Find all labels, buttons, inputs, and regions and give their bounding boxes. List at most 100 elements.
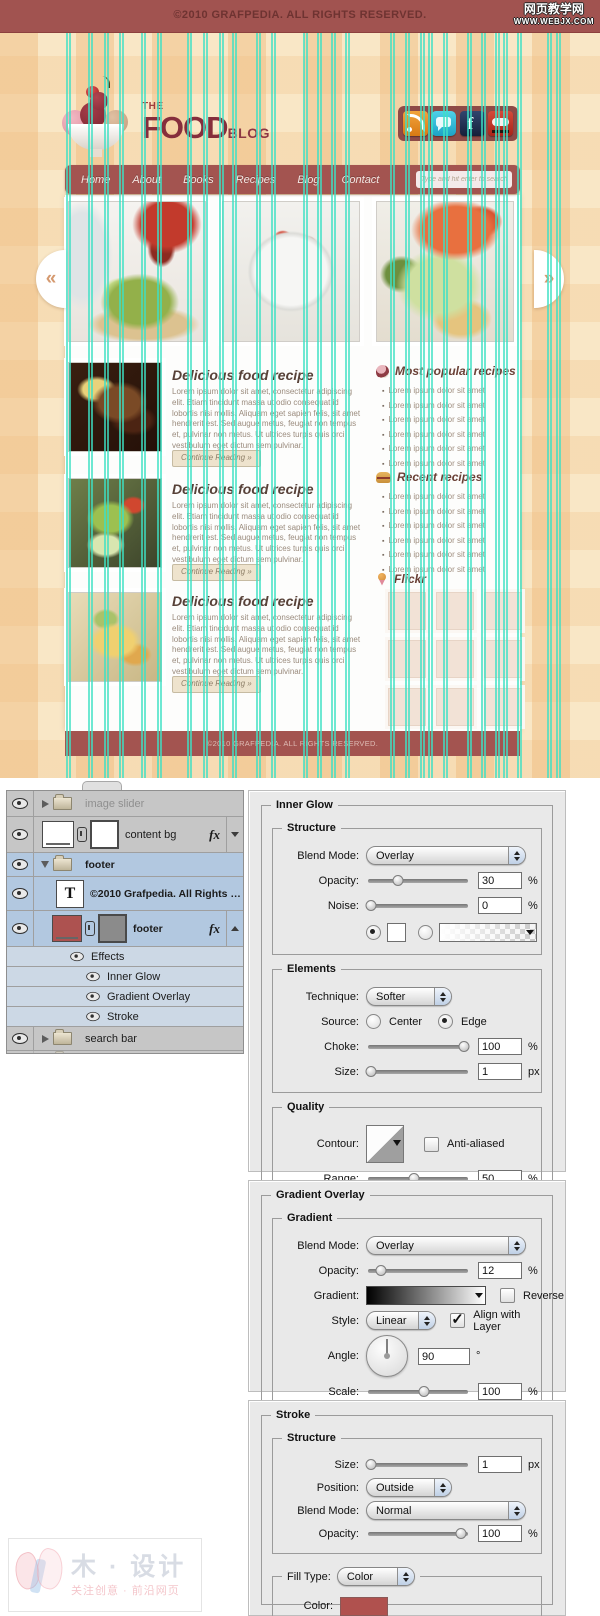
flickr-thumb[interactable] xyxy=(388,640,426,678)
size-slider[interactable] xyxy=(365,1458,468,1470)
choke-slider[interactable] xyxy=(368,1040,470,1052)
continue-reading-button[interactable]: Continue Reading » xyxy=(172,676,261,693)
flickr-thumb[interactable] xyxy=(436,592,474,630)
layer-label[interactable]: search bar xyxy=(85,1033,243,1045)
collapse-effects-button[interactable] xyxy=(226,911,243,946)
style-dropdown[interactable]: Linear xyxy=(366,1311,437,1330)
expand-arrow-icon[interactable] xyxy=(42,799,49,808)
scale-value[interactable]: 100 xyxy=(478,1383,522,1400)
flickr-thumb[interactable] xyxy=(388,592,426,630)
search-input[interactable] xyxy=(416,171,512,188)
visibility-eye-icon[interactable] xyxy=(86,971,100,982)
source-center-radio[interactable] xyxy=(366,1014,381,1029)
layer-label[interactable]: content bg xyxy=(125,829,203,841)
nav-item-recipes[interactable]: Recipes xyxy=(236,174,276,186)
opacity-value[interactable]: 100 xyxy=(478,1525,522,1542)
flickr-thumb[interactable] xyxy=(388,688,426,726)
list-item[interactable]: Lorem ipsum dolor sit amet xyxy=(382,442,517,457)
visibility-eye-icon[interactable] xyxy=(70,951,84,962)
expand-arrow-icon[interactable] xyxy=(41,861,49,868)
fx-badge[interactable]: fx xyxy=(209,921,220,937)
layer-row-footer-group[interactable]: footer xyxy=(7,853,243,877)
visibility-eye-icon[interactable] xyxy=(12,1033,28,1044)
fill-type-dropdown[interactable]: Color xyxy=(336,1567,415,1586)
flickr-thumb[interactable] xyxy=(484,688,522,726)
visibility-eye-icon[interactable] xyxy=(12,859,28,870)
layer-thumbnail[interactable] xyxy=(52,915,82,942)
effect-label[interactable]: Stroke xyxy=(107,1011,243,1023)
list-item[interactable]: Lorem ipsum dolor sit amet xyxy=(382,548,517,563)
layer-row-navigation[interactable]: navigation xyxy=(7,1051,243,1053)
stroke-color-swatch[interactable] xyxy=(340,1596,388,1616)
noise-slider[interactable] xyxy=(365,899,468,911)
gradient-editor-bar[interactable] xyxy=(366,1286,486,1305)
contour-picker[interactable] xyxy=(366,1125,404,1163)
list-item[interactable]: Lorem ipsum dolor sit amet xyxy=(382,399,517,414)
opacity-slider[interactable] xyxy=(368,874,468,886)
flickr-thumb[interactable] xyxy=(436,688,474,726)
nav-item-contact[interactable]: Contact xyxy=(341,174,379,186)
layer-row-effect-inner-glow[interactable]: Inner Glow xyxy=(7,967,243,987)
twitter-icon[interactable] xyxy=(431,111,457,136)
layer-row-copyright-text[interactable]: T ©2010 Grafpedia. All Rights R... xyxy=(7,877,243,911)
nav-item-blog[interactable]: Blog xyxy=(297,174,319,186)
opacity-slider[interactable] xyxy=(368,1527,468,1539)
position-dropdown[interactable]: Outside xyxy=(366,1478,452,1497)
anti-aliased-checkbox[interactable] xyxy=(424,1136,439,1152)
nav-item-about[interactable]: About xyxy=(132,174,161,186)
visibility-eye-icon[interactable] xyxy=(12,829,28,840)
size-value[interactable]: 1 xyxy=(478,1063,522,1080)
layer-row-search-bar[interactable]: search bar xyxy=(7,1027,243,1051)
layer-row-content-bg[interactable]: content bg fx xyxy=(7,817,243,853)
opacity-value[interactable]: 12 xyxy=(478,1262,522,1279)
glow-gradient-swatch[interactable] xyxy=(439,922,537,942)
post-thumbnail[interactable] xyxy=(68,478,162,568)
list-item[interactable]: Lorem ipsum dolor sit amet xyxy=(382,505,517,520)
blend-mode-dropdown[interactable]: Overlay xyxy=(366,1236,526,1255)
continue-reading-button[interactable]: Continue Reading » xyxy=(172,450,261,467)
post-title[interactable]: Delicious food recipe xyxy=(172,593,372,609)
visibility-eye-icon[interactable] xyxy=(12,888,28,899)
noise-value[interactable]: 0 xyxy=(478,897,522,914)
list-item[interactable]: Lorem ipsum dolor sit amet xyxy=(382,457,517,472)
slider-prev-button[interactable]: « xyxy=(36,250,66,308)
size-slider[interactable] xyxy=(365,1065,468,1077)
expand-arrow-icon[interactable] xyxy=(42,1034,49,1043)
slider-next-button[interactable]: » xyxy=(534,250,564,308)
gradient-radio[interactable] xyxy=(418,924,433,940)
fx-badge[interactable]: fx xyxy=(209,827,220,843)
list-item[interactable]: Lorem ipsum dolor sit amet xyxy=(382,428,517,443)
layer-label[interactable]: image slider xyxy=(85,798,243,810)
reverse-checkbox[interactable] xyxy=(500,1288,515,1303)
visibility-eye-icon[interactable] xyxy=(12,798,28,809)
list-item[interactable]: Lorem ipsum dolor sit amet xyxy=(382,413,517,428)
layer-row-effects[interactable]: Effects xyxy=(7,947,243,967)
glow-color-swatch[interactable] xyxy=(387,922,406,942)
layer-row-image-slider[interactable]: image slider xyxy=(7,791,243,817)
layer-mask-thumbnail[interactable] xyxy=(98,914,127,943)
facebook-icon[interactable] xyxy=(459,111,485,136)
post-thumbnail[interactable] xyxy=(68,362,162,452)
youtube-icon[interactable] xyxy=(487,111,513,136)
flickr-thumb[interactable] xyxy=(484,640,522,678)
opacity-slider[interactable] xyxy=(368,1264,468,1276)
scale-slider[interactable] xyxy=(368,1385,468,1397)
effects-label[interactable]: Effects xyxy=(91,951,243,963)
align-with-layer-checkbox[interactable] xyxy=(450,1310,466,1328)
visibility-eye-icon[interactable] xyxy=(86,991,100,1002)
source-edge-radio[interactable] xyxy=(438,1014,454,1029)
color-radio[interactable] xyxy=(366,924,381,940)
effect-label[interactable]: Gradient Overlay xyxy=(107,991,243,1003)
angle-dial[interactable] xyxy=(366,1335,408,1377)
choke-value[interactable]: 100 xyxy=(478,1038,522,1055)
blend-mode-dropdown[interactable]: Overlay xyxy=(366,846,526,865)
list-item[interactable]: Lorem ipsum dolor sit amet xyxy=(382,519,517,534)
list-item[interactable]: Lorem ipsum dolor sit amet xyxy=(382,490,517,505)
text-layer-thumbnail[interactable]: T xyxy=(56,879,84,908)
blend-mode-dropdown[interactable]: Normal xyxy=(366,1501,526,1520)
visibility-eye-icon[interactable] xyxy=(12,923,28,934)
technique-dropdown[interactable]: Softer xyxy=(366,987,452,1006)
layer-thumbnail[interactable] xyxy=(42,821,74,848)
collapse-effects-button[interactable] xyxy=(226,817,243,852)
layer-row-effect-stroke[interactable]: Stroke xyxy=(7,1007,243,1027)
